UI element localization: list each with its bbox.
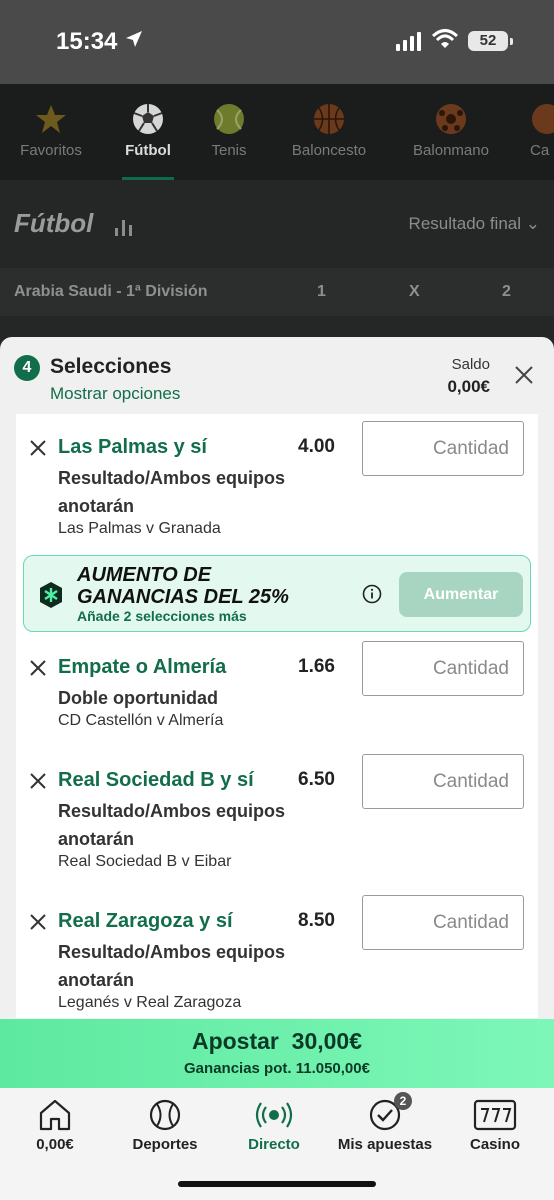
remove-selection-icon[interactable] xyxy=(28,771,48,791)
tab-label: 0,00€ xyxy=(36,1136,74,1153)
remove-selection-icon[interactable] xyxy=(28,912,48,932)
selection-odds: 6.50 xyxy=(298,769,335,790)
close-icon[interactable] xyxy=(514,365,534,385)
market-selector-label: Resultado final xyxy=(408,214,522,233)
tennis-ball-icon xyxy=(214,104,244,134)
boost-title-line1: AUMENTO DE xyxy=(77,564,212,586)
selection-name: Real Zaragoza y sí xyxy=(58,910,233,932)
wifi-icon xyxy=(432,29,458,48)
status-bar: 15:34 52 xyxy=(0,0,554,84)
star-icon xyxy=(36,105,66,133)
sports-ball-icon xyxy=(149,1099,181,1131)
league-name: Arabia Saudi - 1ª División xyxy=(14,283,208,300)
battery-indicator: 52 xyxy=(468,31,513,51)
selection-list[interactable]: Las Palmas y sí 4.00 Resultado/Ambos equ… xyxy=(16,414,538,1018)
page-header: Fútbol Resultado final ⌄ xyxy=(0,180,554,268)
tab-casino[interactable]: Casino xyxy=(440,1088,550,1153)
stake-input[interactable] xyxy=(362,754,524,809)
sport-tab-label: Fútbol xyxy=(125,142,171,159)
tab-directo[interactable]: Directo xyxy=(219,1088,329,1153)
boost-banner: AUMENTO DE GANANCIAS DEL 25% Añade 2 sel… xyxy=(23,555,531,632)
sport-tab-label: Favoritos xyxy=(20,142,82,159)
more-sport-icon xyxy=(532,104,554,134)
selection-match: CD Castellón v Almería xyxy=(58,712,224,729)
sport-tab-balonmano[interactable]: Balonmano xyxy=(406,84,496,180)
status-time: 15:34 xyxy=(56,28,118,55)
selection-odds: 8.50 xyxy=(298,910,335,931)
selection-market: Resultado/Ambos equipos anotarán xyxy=(58,468,286,516)
boost-badge-icon xyxy=(40,582,62,608)
selection-name: Empate o Almería xyxy=(58,656,227,678)
selection-match: Leganés v Real Zaragoza xyxy=(58,994,242,1011)
betslip-sheet: 4 Selecciones Mostrar opciones Saldo 0,0… xyxy=(0,337,554,1200)
selection-market: Resultado/Ambos equipos anotarán xyxy=(58,801,286,849)
bottom-tab-bar: 0,00€ Deportes Directo 2 Mis apuestas Ca… xyxy=(0,1088,554,1200)
place-bet-main: Apostar 30,00€ xyxy=(0,1028,554,1055)
sport-tab-label: Tenis xyxy=(211,142,247,159)
stake-input[interactable] xyxy=(362,895,524,950)
balance-label: Saldo xyxy=(451,356,490,373)
tab-label: Deportes xyxy=(132,1136,198,1153)
selection-market: Doble oportunidad xyxy=(58,688,218,708)
soccer-ball-icon xyxy=(133,104,163,134)
remove-selection-icon[interactable] xyxy=(28,658,48,678)
col-home: 1 xyxy=(317,283,326,300)
stake-input[interactable] xyxy=(362,641,524,696)
boost-button[interactable]: Aumentar xyxy=(399,572,523,617)
selection-market: Resultado/Ambos equipos anotarán xyxy=(58,942,286,990)
location-arrow-icon xyxy=(126,31,142,47)
show-options-link[interactable]: Mostrar opciones xyxy=(50,384,180,404)
col-draw: X xyxy=(409,283,420,300)
tab-label: Directo xyxy=(248,1136,300,1153)
place-bet-button[interactable]: Apostar 30,00€ Ganancias pot. 11.050,00€ xyxy=(0,1019,554,1088)
stats-icon[interactable] xyxy=(114,218,134,236)
cellular-signal-icon xyxy=(396,31,421,51)
home-indicator xyxy=(178,1181,376,1187)
sport-tab-baloncesto[interactable]: Baloncesto xyxy=(284,84,374,180)
selection-count-badge: 4 xyxy=(14,355,40,381)
selection-name: Las Palmas y sí xyxy=(58,436,207,458)
selection-match: Real Sociedad B v Eibar xyxy=(58,853,232,870)
selection-match: Las Palmas v Granada xyxy=(58,520,221,537)
boost-title-line2: GANANCIAS DEL 25% xyxy=(77,586,289,608)
stake-input[interactable] xyxy=(362,421,524,476)
league-row: Arabia Saudi - 1ª División 1 X 2 xyxy=(0,268,554,316)
sport-tab-futbol[interactable]: Fútbol xyxy=(122,84,174,180)
page-title: Fútbol xyxy=(14,208,94,238)
slot-machine-icon xyxy=(473,1099,517,1131)
balance-value: 0,00€ xyxy=(447,377,490,396)
sport-tab-more[interactable]: Ca xyxy=(530,84,554,180)
bets-count-badge: 2 xyxy=(394,1092,412,1110)
sport-tab-tenis[interactable]: Tenis xyxy=(206,84,252,180)
potential-winnings: Ganancias pot. 11.050,00€ xyxy=(184,1060,370,1077)
market-selector[interactable]: Resultado final ⌄ xyxy=(409,214,540,234)
betslip-title: Selecciones xyxy=(50,355,172,378)
handball-icon xyxy=(436,104,466,134)
col-away: 2 xyxy=(502,283,511,300)
selection-name: Real Sociedad B y sí xyxy=(58,769,254,791)
chevron-down-icon: ⌄ xyxy=(525,214,540,233)
home-icon xyxy=(39,1099,71,1131)
place-bet-amount: 30,00€ xyxy=(291,1028,363,1054)
basketball-icon xyxy=(314,104,344,134)
boost-title: AUMENTO DE GANANCIAS DEL 25% xyxy=(77,564,289,608)
sport-tab-label: Baloncesto xyxy=(291,142,367,159)
sport-tab-favoritos[interactable]: Favoritos xyxy=(14,84,88,180)
info-icon[interactable] xyxy=(362,584,382,604)
remove-selection-icon[interactable] xyxy=(28,438,48,458)
betslip-header: 4 Selecciones Mostrar opciones Saldo 0,0… xyxy=(0,337,554,413)
sport-tab-label: Ca xyxy=(530,142,550,159)
selection-odds: 4.00 xyxy=(298,436,335,457)
tab-label: Casino xyxy=(469,1136,520,1153)
sport-tab-label: Balonmano xyxy=(413,142,489,159)
boost-subtitle: Añade 2 selecciones más xyxy=(77,608,247,624)
tab-deportes[interactable]: Deportes xyxy=(110,1088,220,1153)
sports-nav: Favoritos Fútbol Tenis Baloncesto Balonm… xyxy=(0,84,554,180)
live-broadcast-icon xyxy=(255,1102,293,1128)
tab-mis-apuestas[interactable]: 2 Mis apuestas xyxy=(330,1088,440,1153)
tab-home[interactable]: 0,00€ xyxy=(0,1088,110,1153)
tab-label: Mis apuestas xyxy=(337,1136,433,1153)
selection-odds: 1.66 xyxy=(298,656,335,677)
place-bet-label: Apostar xyxy=(191,1028,279,1054)
